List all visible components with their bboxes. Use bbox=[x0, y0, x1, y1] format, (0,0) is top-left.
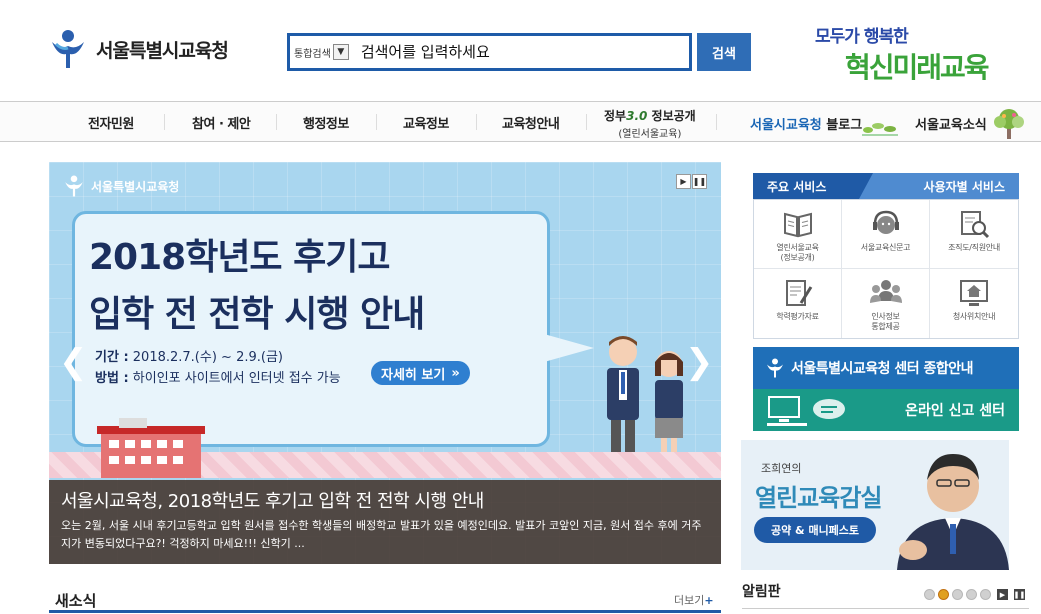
news-more-link[interactable]: 더보기+ bbox=[674, 592, 714, 608]
banner-period: 기간 : 2018.2.7.(수) ~ 2.9.(금) bbox=[95, 350, 283, 365]
nav-item-news[interactable]: 서울교육소식 bbox=[915, 114, 987, 133]
nav-divider bbox=[476, 114, 477, 130]
pager-dot-active[interactable] bbox=[938, 589, 949, 600]
service-sinmungo[interactable]: 서울교육신문고 bbox=[842, 200, 930, 269]
nav-item-open-gov[interactable]: 정부3.0 정보공개 (열린서울교육) bbox=[604, 107, 696, 140]
logo-text: 서울특별시교육청 bbox=[96, 39, 229, 62]
tab-main-services[interactable]: 주요 서비스 bbox=[753, 173, 873, 199]
online-report-center[interactable]: 온라인 신고 센터 bbox=[753, 389, 1019, 431]
banner-more-button[interactable]: 자세히 보기 » bbox=[371, 361, 470, 385]
banner-caption-title: 서울시교육청, 2018학년도 후기고 입학 전 전학 시행 안내 bbox=[61, 491, 484, 512]
seoul-education-logo-icon bbox=[65, 175, 83, 197]
chevron-down-icon[interactable]: ▼ bbox=[332, 44, 349, 60]
play-icon[interactable]: ▶ bbox=[997, 589, 1008, 600]
pause-icon[interactable]: ❚❚ bbox=[692, 174, 707, 189]
nav-item-civil[interactable]: 전자민원 bbox=[88, 113, 134, 132]
banner-caption-body: 오는 2월, 서울 시내 후기고등학교 입학 원서를 접수한 학생들의 배정학교… bbox=[61, 519, 702, 550]
main-nav: 전자민원 참여 · 제안 행정정보 교육정보 교육청안내 정부3.0 정보공개 … bbox=[0, 101, 1041, 142]
search-scope-select[interactable]: 통합검색 ▼ bbox=[290, 36, 351, 68]
online-report-text: 온라인 신고 센터 bbox=[905, 403, 1005, 419]
banner-method: 방법 : 하이인포 사이트에서 인터넷 접수 가능 bbox=[95, 371, 341, 386]
news-divider bbox=[49, 610, 721, 613]
tree-icon bbox=[994, 109, 1024, 139]
nav-divider bbox=[164, 114, 165, 130]
pager-dot[interactable] bbox=[952, 589, 963, 600]
nav-item-education[interactable]: 교육정보 bbox=[403, 113, 449, 132]
service-org-chart[interactable]: 조직도/직원안내 bbox=[930, 200, 1018, 269]
news-title: 새소식 bbox=[55, 592, 97, 610]
service-grid: 열린서울교육 (정보공개) 서울교육신문고 조직도/직원안내 학력평가자료 인사정… bbox=[753, 199, 1019, 339]
nav-divider bbox=[586, 114, 587, 130]
school-building-illustration bbox=[97, 418, 205, 478]
sprout-icon bbox=[862, 123, 898, 136]
search-input[interactable] bbox=[350, 43, 689, 61]
blog-highlight: 서울시교육청 bbox=[750, 118, 822, 133]
notice-title: 알림판 bbox=[742, 584, 781, 600]
center-info-banner[interactable]: 서울특별시교육청 센터 종합안내 온라인 신고 센터 bbox=[753, 347, 1019, 431]
search-box: 통합검색 ▼ bbox=[287, 33, 692, 71]
seoul-education-logo-icon bbox=[52, 30, 84, 68]
book-icon bbox=[783, 212, 812, 238]
slogan-line1: 모두가 행복한 bbox=[815, 27, 909, 47]
nav-divider bbox=[276, 114, 277, 130]
notice-pager: ▶ ❚❚ bbox=[924, 589, 1025, 600]
banner-logo-text: 서울특별시교육청 bbox=[91, 179, 180, 194]
center-info-text: 서울특별시교육청 센터 종합안내 bbox=[791, 361, 974, 377]
nav-item-office[interactable]: 교육청안내 bbox=[502, 113, 560, 132]
ediary-line2: 열린교육감실 bbox=[755, 483, 882, 512]
banner-logo: 서울특별시교육청 bbox=[63, 174, 179, 198]
open-gov-version: 3.0 bbox=[626, 109, 648, 123]
computer-chat-icon bbox=[767, 396, 845, 426]
banner-caption[interactable]: 서울시교육청, 2018학년도 후기고 입학 전 전학 시행 안내 오는 2월,… bbox=[49, 480, 721, 564]
service-tabs: 주요 서비스 사용자별 서비스 bbox=[753, 173, 1019, 199]
superintendent-portrait bbox=[897, 454, 1009, 570]
manifesto-button[interactable]: 공약 & 매니페스토 bbox=[754, 517, 876, 543]
superintendent-banner[interactable]: 조희연의 열린교육감실 공약 & 매니페스토 bbox=[741, 440, 1009, 570]
blog-suffix: 블로그 bbox=[821, 118, 863, 133]
double-chevron-right-icon: » bbox=[451, 365, 460, 381]
slogan: 모두가 행복한 혁신미래교육 bbox=[815, 22, 1005, 87]
pager-dot[interactable] bbox=[924, 589, 935, 600]
service-hr-info[interactable]: 인사정보 통합제공 bbox=[842, 269, 930, 338]
service-assessment[interactable]: 학력평가자료 bbox=[754, 269, 842, 338]
play-icon[interactable]: ▶ bbox=[676, 174, 691, 189]
search-scope-label: 통합검색 bbox=[294, 48, 331, 60]
banner-prev-arrow[interactable]: ❮ bbox=[59, 342, 88, 382]
nav-divider bbox=[376, 114, 377, 130]
nav-item-blog[interactable]: 서울시교육청 블로그 bbox=[750, 114, 862, 133]
service-location[interactable]: 청사위치안내 bbox=[930, 269, 1018, 338]
nav-divider bbox=[716, 114, 717, 130]
search-button[interactable]: 검색 bbox=[697, 33, 751, 71]
magnifier-icon bbox=[961, 211, 990, 239]
open-gov-sub: (열린서울교육) bbox=[618, 129, 682, 140]
banner-title-line1: 2018학년도 후기고 bbox=[89, 237, 390, 278]
site-logo[interactable]: 서울특별시교육청 bbox=[48, 28, 229, 70]
pager-dot[interactable] bbox=[966, 589, 977, 600]
open-gov-prefix: 정부 bbox=[604, 109, 627, 123]
nav-item-participation[interactable]: 참여 · 제안 bbox=[192, 113, 251, 132]
tab-user-services[interactable]: 사용자별 서비스 bbox=[859, 173, 1019, 199]
service-open-seoul[interactable]: 열린서울교육 (정보공개) bbox=[754, 200, 842, 269]
notice-divider bbox=[742, 608, 1029, 609]
banner-title-line2: 입학 전 전학 시행 안내 bbox=[89, 294, 425, 335]
location-icon bbox=[960, 280, 988, 306]
pause-icon[interactable]: ❚❚ bbox=[1014, 589, 1025, 600]
plus-icon: + bbox=[704, 594, 714, 607]
nav-item-admin[interactable]: 행정정보 bbox=[303, 113, 349, 132]
page: 서울특별시교육청 통합검색 ▼ 검색 모두가 행복한 혁신미래교육 전자민원 참… bbox=[0, 0, 1041, 614]
main-banner[interactable]: 서울특별시교육청 ▶ ❚❚ 2018학년도 후기고 입학 전 전학 시행 안내 … bbox=[49, 162, 721, 564]
people-icon bbox=[869, 280, 902, 303]
seoul-education-logo-icon bbox=[767, 358, 783, 378]
slogan-line2: 혁신미래교육 bbox=[845, 51, 990, 84]
open-gov-suffix: 정보공개 bbox=[647, 109, 696, 123]
headset-icon bbox=[872, 210, 899, 234]
pager-dot[interactable] bbox=[980, 589, 991, 600]
document-pen-icon bbox=[785, 280, 812, 306]
ediary-line1: 조희연의 bbox=[761, 462, 802, 475]
